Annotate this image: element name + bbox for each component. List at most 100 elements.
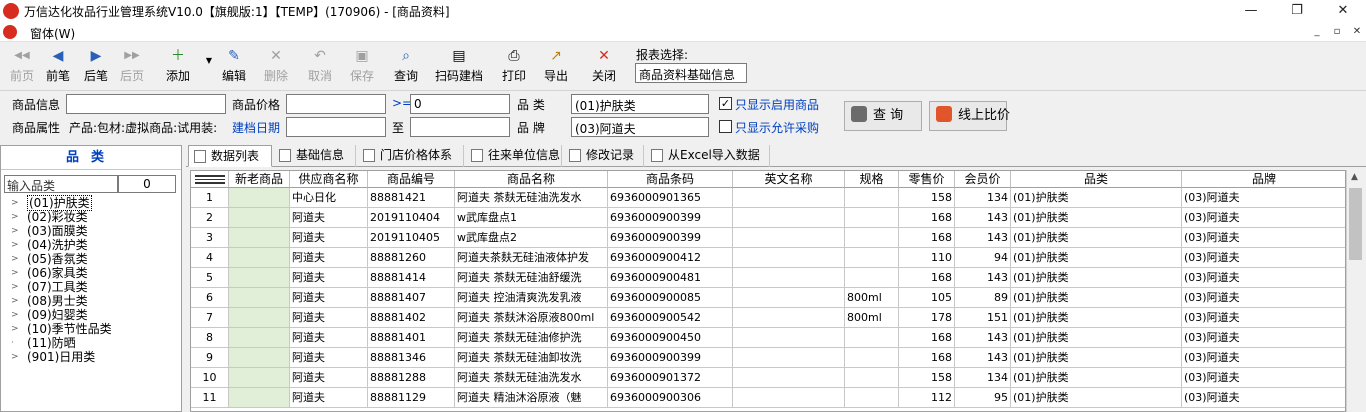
- mdi-minimize-button[interactable]: _: [1308, 25, 1326, 39]
- table-cell[interactable]: 88881401: [368, 328, 455, 348]
- product-info-input[interactable]: [66, 94, 226, 114]
- table-cell[interactable]: [229, 208, 290, 228]
- table-cell[interactable]: [229, 368, 290, 388]
- expand-icon[interactable]: >: [11, 196, 19, 210]
- table-cell[interactable]: 88881402: [368, 308, 455, 328]
- table-row[interactable]: 3 阿道夫 2019110405 w武库盘点2 6936000900399 168 143(…: [191, 228, 1345, 248]
- table-cell[interactable]: 134: [955, 188, 1011, 208]
- english-name-header[interactable]: 英文名称: [733, 171, 845, 188]
- table-cell[interactable]: w武库盘点2: [455, 228, 608, 248]
- table-cell[interactable]: 143: [955, 228, 1011, 248]
- table-cell[interactable]: 9: [191, 348, 229, 368]
- table-cell[interactable]: 168: [899, 348, 955, 368]
- table-cell[interactable]: 10: [191, 368, 229, 388]
- table-cell[interactable]: 阿道夫: [290, 328, 368, 348]
- table-cell[interactable]: 阿道夫: [290, 268, 368, 288]
- table-cell[interactable]: (01)护肤类: [1011, 208, 1182, 228]
- table-cell[interactable]: 143: [955, 328, 1011, 348]
- online-compare-button[interactable]: 线上比价: [929, 101, 1010, 131]
- table-cell[interactable]: (01)护肤类: [1011, 188, 1182, 208]
- spec-header[interactable]: 规格: [845, 171, 899, 188]
- last-page-button[interactable]: ▶▶ 后页: [116, 47, 148, 87]
- table-cell[interactable]: 阿道夫: [290, 308, 368, 328]
- table-cell[interactable]: 94: [955, 248, 1011, 268]
- table-cell[interactable]: 6936000900450: [608, 328, 733, 348]
- table-row[interactable]: 8 阿道夫 88881401 阿道夫 茶麸无硅油修护洗 6936000900450 168…: [191, 328, 1345, 348]
- table-cell[interactable]: 阿道夫 茶麸无硅油修护洗: [455, 328, 608, 348]
- table-cell[interactable]: [229, 228, 290, 248]
- table-cell[interactable]: 168: [899, 208, 955, 228]
- table-cell[interactable]: 88881421: [368, 188, 455, 208]
- table-cell[interactable]: 88881407: [368, 288, 455, 308]
- table-cell[interactable]: 阿道夫: [290, 368, 368, 388]
- table-cell[interactable]: 阿道夫: [290, 248, 368, 268]
- table-cell[interactable]: 168: [899, 268, 955, 288]
- table-cell[interactable]: [733, 208, 845, 228]
- table-cell[interactable]: 6936000900412: [608, 248, 733, 268]
- table-cell[interactable]: [733, 368, 845, 388]
- price-input[interactable]: [286, 94, 386, 114]
- created-to-input[interactable]: [410, 117, 510, 137]
- table-cell[interactable]: 158: [899, 188, 955, 208]
- table-cell[interactable]: 阿道夫: [290, 348, 368, 368]
- maximize-button[interactable]: ❐: [1274, 0, 1320, 22]
- table-cell[interactable]: 88881414: [368, 268, 455, 288]
- tab-partner-info[interactable]: 往来单位信息: [466, 145, 562, 167]
- table-cell[interactable]: 阿道夫 茶麸沐浴原液800ml: [455, 308, 608, 328]
- table-cell[interactable]: (03)阿道夫: [1182, 288, 1345, 308]
- tab-store-price[interactable]: 门店价格体系: [358, 145, 464, 167]
- expand-icon[interactable]: >: [11, 210, 19, 224]
- table-cell[interactable]: 2019110404: [368, 208, 455, 228]
- table-cell[interactable]: [733, 188, 845, 208]
- close-window-button[interactable]: ✕: [1320, 0, 1366, 22]
- brand-input[interactable]: (03)阿道夫: [571, 117, 709, 137]
- table-cell[interactable]: 800ml: [845, 308, 899, 328]
- category-search-input[interactable]: 输入品类: [4, 175, 118, 193]
- table-cell[interactable]: 8: [191, 328, 229, 348]
- scroll-thumb[interactable]: [1349, 188, 1362, 260]
- category-input[interactable]: (01)护肤类: [571, 94, 709, 114]
- table-cell[interactable]: (03)阿道夫: [1182, 388, 1345, 408]
- table-cell[interactable]: w武库盘点1: [455, 208, 608, 228]
- product-code-header[interactable]: 商品编号: [368, 171, 455, 188]
- table-cell[interactable]: 800ml: [845, 288, 899, 308]
- table-cell[interactable]: 阿道夫: [290, 388, 368, 408]
- table-cell[interactable]: 6: [191, 288, 229, 308]
- table-cell[interactable]: 7: [191, 308, 229, 328]
- table-cell[interactable]: [845, 228, 899, 248]
- query-filter-button[interactable]: 查 询: [844, 101, 922, 131]
- report-select[interactable]: 商品资料基础信息: [635, 63, 747, 83]
- table-cell[interactable]: [845, 188, 899, 208]
- table-cell[interactable]: (01)护肤类: [1011, 308, 1182, 328]
- table-cell[interactable]: [229, 268, 290, 288]
- table-cell[interactable]: [733, 328, 845, 348]
- table-cell[interactable]: (03)阿道夫: [1182, 228, 1345, 248]
- table-cell[interactable]: 6936000900399: [608, 228, 733, 248]
- tree-node[interactable]: > (03)面膜类: [9, 224, 112, 238]
- table-cell[interactable]: [229, 188, 290, 208]
- only-enabled-checkbox[interactable]: ✓: [719, 97, 732, 110]
- table-cell[interactable]: 143: [955, 208, 1011, 228]
- table-cell[interactable]: [229, 248, 290, 268]
- cancel-button[interactable]: ↶ 取消: [302, 47, 338, 87]
- table-cell[interactable]: [229, 328, 290, 348]
- table-cell[interactable]: 151: [955, 308, 1011, 328]
- table-cell[interactable]: 中心日化: [290, 188, 368, 208]
- table-cell[interactable]: [845, 368, 899, 388]
- table-row[interactable]: 9 阿道夫 88881346 阿道夫 茶麸无硅油卸妆洗 6936000900399 168…: [191, 348, 1345, 368]
- table-cell[interactable]: 1: [191, 188, 229, 208]
- export-button[interactable]: ↗ 导出: [538, 47, 574, 87]
- delete-button[interactable]: ✕ 删除: [258, 47, 294, 87]
- expand-icon[interactable]: >: [11, 252, 19, 266]
- tree-node[interactable]: > (901)日用类: [9, 350, 112, 364]
- table-cell[interactable]: 阿道夫 茶麸无硅油舒缓洗: [455, 268, 608, 288]
- table-cell[interactable]: 168: [899, 328, 955, 348]
- close-button[interactable]: ✕ 关闭: [586, 47, 622, 87]
- table-cell[interactable]: 阿道夫 茶麸无硅油卸妆洗: [455, 348, 608, 368]
- scan-create-button[interactable]: ▤ 扫码建档: [432, 47, 486, 87]
- minimize-button[interactable]: —: [1228, 0, 1274, 22]
- table-cell[interactable]: 6936000901372: [608, 368, 733, 388]
- tree-node[interactable]: > (04)洗护类: [9, 238, 112, 252]
- table-row[interactable]: 4 阿道夫 88881260 阿道夫茶麸无硅油液体护发 6936000900412 110…: [191, 248, 1345, 268]
- table-cell[interactable]: 2019110405: [368, 228, 455, 248]
